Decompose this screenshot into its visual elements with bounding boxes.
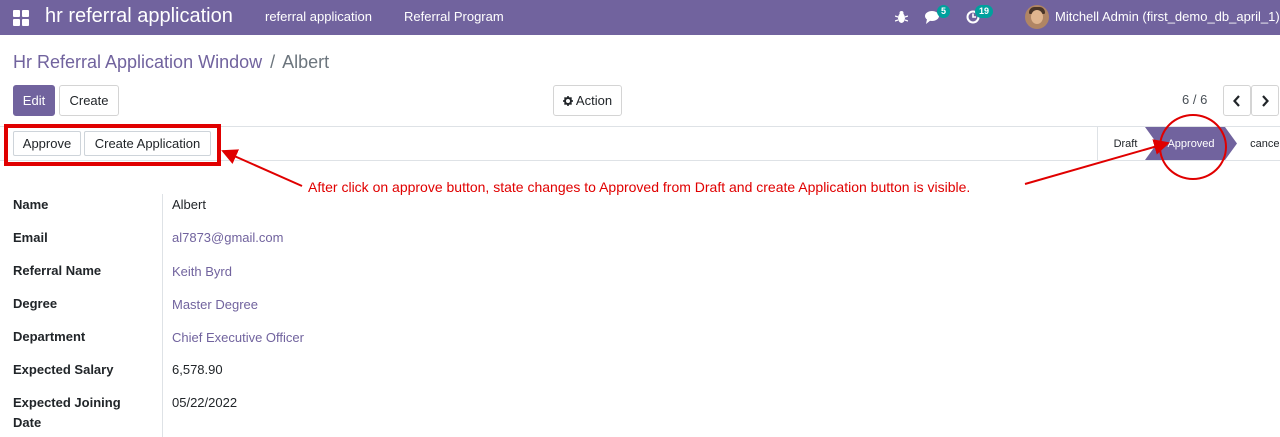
field-label-referral-name: Referral Name <box>13 263 102 278</box>
field-value-department[interactable]: Chief Executive Officer <box>172 330 304 345</box>
field-label-line-1: Expected Joining <box>13 395 121 410</box>
field-label-expected-joining-date: Expected Joining Date <box>13 395 121 430</box>
field-label-expected-salary: Expected Salary <box>13 362 114 377</box>
field-value-expected-salary: 6,578.90 <box>172 362 223 377</box>
field-label-degree: Degree <box>13 296 58 311</box>
field-label-name: Name <box>13 197 49 212</box>
form-column-divider <box>162 194 163 437</box>
field-label-department: Department <box>13 329 86 344</box>
field-value-email[interactable]: al7873@gmail.com <box>172 230 283 245</box>
field-value-degree[interactable]: Master Degree <box>172 297 258 312</box>
annotation-text: After click on approve button, state cha… <box>308 179 971 195</box>
field-label-email: Email <box>13 230 48 245</box>
annotation-arrow-right <box>1024 139 1170 185</box>
annotation-arrow-left <box>221 149 303 187</box>
field-value-expected-joining-date: 05/22/2022 <box>172 395 238 410</box>
field-label-line-2: Date <box>13 415 42 430</box>
field-value-referral-name[interactable]: Keith Byrd <box>172 264 232 279</box>
field-value-name: Albert <box>172 197 206 212</box>
